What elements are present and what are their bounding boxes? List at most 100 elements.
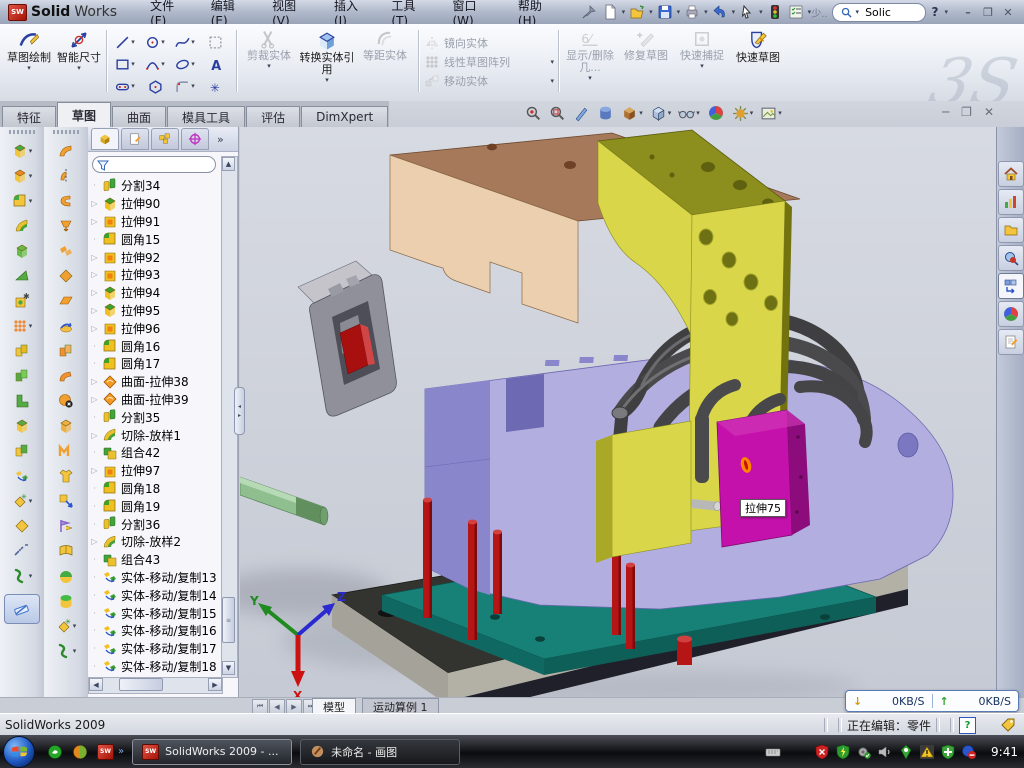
expand-icon[interactable]: ▷	[90, 217, 99, 226]
options-button[interactable]	[787, 3, 805, 21]
tree-item[interactable]: ▷曲面-拉伸39	[88, 391, 222, 409]
sync-pin-tray-icon[interactable]	[898, 744, 914, 760]
zoom-selection-icon[interactable]	[573, 105, 590, 122]
tree-item[interactable]: ▷拉伸97	[88, 462, 222, 480]
feature-tool-lstrip2-2[interactable]	[58, 188, 74, 213]
tree-item[interactable]: ·实体-移动/复制15	[88, 604, 222, 622]
section-view-icon[interactable]	[597, 105, 614, 122]
feature-tool-lstrip1-10[interactable]	[14, 388, 30, 413]
security-green-tray-icon[interactable]	[835, 744, 851, 760]
help-dropdown-icon[interactable]: ▾	[944, 8, 948, 16]
tree-item[interactable]: ▷切除-放样1	[88, 426, 222, 444]
tree-item[interactable]: ·分割36	[88, 515, 222, 533]
feature-manager-tab[interactable]	[91, 128, 119, 150]
feature-tool-lstrip1-12[interactable]	[14, 438, 30, 463]
tree-item[interactable]: ▷拉伸96	[88, 319, 222, 337]
expand-icon[interactable]: ▷	[90, 377, 99, 386]
solidworks-quicklaunch[interactable]: SW	[97, 744, 114, 760]
feature-tool-lstrip2-11[interactable]	[58, 413, 74, 438]
tree-item[interactable]: ·组合43	[88, 551, 222, 569]
quick-tips-button[interactable]: ?	[959, 717, 976, 734]
expand-icon[interactable]: ▷	[90, 431, 99, 440]
ejector-rod-part[interactable]	[240, 477, 328, 525]
tree-item[interactable]: ·圆角15	[88, 230, 222, 248]
feature-tool-lstrip1-16[interactable]	[14, 538, 30, 563]
search-box[interactable]: ▾	[832, 3, 926, 22]
pin-icon[interactable]	[580, 3, 598, 21]
taskbar-window-0[interactable]: SWSolidWorks 2009 - ...	[132, 739, 292, 765]
model-tab-nav[interactable]: ⏮◀▶⏭	[252, 699, 319, 714]
sketch-tool-arc[interactable]: ▾	[140, 53, 170, 75]
expand-icon[interactable]: ▷	[90, 288, 99, 297]
tree-item[interactable]: ▷拉伸95	[88, 302, 222, 320]
sketch-tool-spline[interactable]: ▾	[170, 31, 200, 53]
tree-filter-input[interactable]	[92, 156, 216, 173]
select-tool-button-dropdown[interactable]: ▾	[759, 8, 763, 16]
save-button-dropdown[interactable]: ▾	[677, 8, 681, 16]
new-document-button[interactable]	[601, 3, 619, 21]
feature-tool-lstrip1-14[interactable]: ✳▾	[12, 488, 33, 513]
feature-tool-lstrip1-8[interactable]	[14, 338, 30, 363]
feature-tool-lstrip1-2[interactable]: ▾	[12, 188, 33, 213]
close-button[interactable]: ✕	[998, 5, 1018, 20]
expand-icon[interactable]: ▷	[90, 306, 99, 315]
sketch-tool-circle[interactable]: ▾	[140, 31, 170, 53]
tree-item[interactable]: ·实体-移动/复制18	[88, 658, 222, 676]
print-button-dropdown[interactable]: ▾	[704, 8, 708, 16]
tree-item[interactable]: ·分割35	[88, 408, 222, 426]
toolbar-drag-handle[interactable]	[53, 130, 79, 134]
feature-tool-lstrip2-1[interactable]	[58, 163, 74, 188]
tree-horizontal-scrollbar[interactable]: ◀ ▶	[88, 677, 223, 694]
feature-tool-lstrip1-4[interactable]	[14, 238, 30, 263]
cm-move-icon[interactable]: 移动实体▾	[424, 73, 554, 90]
feature-tool-lstrip2-19[interactable]: ✳▾	[56, 613, 77, 638]
tree-item[interactable]: ·圆角18	[88, 480, 222, 498]
graphics-area[interactable]: Y Z X 拉伸75	[240, 127, 996, 697]
tree-item[interactable]: ·圆角16	[88, 337, 222, 355]
sketch-tool-point[interactable]: ✳	[200, 75, 230, 97]
feature-tool-lstrip2-13[interactable]	[58, 463, 74, 488]
feature-tool-lstrip1-6[interactable]: ✱	[14, 288, 30, 313]
feature-tool-lstrip2-7[interactable]	[58, 313, 74, 338]
doc-minimize-button[interactable]: ─	[942, 105, 949, 119]
sketch-tool-rectangle[interactable]: ▾	[110, 53, 140, 75]
insert-block-part[interactable]	[717, 410, 810, 547]
feature-tool-lstrip2-0[interactable]	[58, 138, 74, 163]
feature-tool-lstrip2-6[interactable]	[58, 288, 74, 313]
block-sign-tray-icon[interactable]	[961, 744, 977, 760]
slide-insert-part[interactable]	[298, 261, 396, 416]
tree-item[interactable]: ▷拉伸91	[88, 213, 222, 231]
appearances-tab[interactable]	[998, 301, 1024, 327]
taskbar-window-1[interactable]: 未命名 - 画图	[300, 739, 460, 765]
feature-tool-lstrip2-9[interactable]	[58, 363, 74, 388]
tree-item[interactable]: ·圆角17	[88, 355, 222, 373]
cm-repair-sketch-icon[interactable]: 修复草图	[618, 27, 674, 97]
feature-tool-lstrip2-17[interactable]	[58, 563, 74, 588]
tree-item[interactable]: ·实体-移动/复制17	[88, 640, 222, 658]
edit-appearance-icon[interactable]	[707, 104, 725, 122]
zoom-fit-icon[interactable]	[525, 105, 542, 122]
tab-曲面[interactable]: 曲面	[112, 106, 166, 127]
rebuild-button[interactable]	[766, 3, 784, 21]
expand-icon[interactable]: ▷	[90, 395, 99, 404]
restore-button[interactable]: ❐	[978, 5, 998, 20]
feature-tool-lstrip2-10[interactable]	[58, 388, 74, 413]
cm-button-1[interactable]: 智能尺寸▾	[54, 27, 104, 97]
cm-quick-snap-icon[interactable]: 快速捕捉▾	[674, 27, 730, 97]
cm-button-0[interactable]: 草图绘制▾	[4, 27, 54, 97]
health-shield-tray-icon[interactable]	[940, 744, 956, 760]
feature-tool-lstrip2-16[interactable]	[58, 538, 74, 563]
custom-properties-tab[interactable]	[998, 329, 1024, 355]
new-document-button-dropdown[interactable]: ▾	[622, 8, 626, 16]
search-input[interactable]	[863, 5, 915, 20]
feature-tool-lstrip1-0[interactable]: ▾	[12, 138, 33, 163]
expand-icon[interactable]: ▷	[90, 253, 99, 262]
feature-tool-lstrip1-11[interactable]	[14, 413, 30, 438]
cm-display-delete-icon[interactable]: 6⁄显示/删除几...▾	[562, 27, 618, 97]
tree-item[interactable]: ▷拉伸92	[88, 248, 222, 266]
dimxpert-manager-tab[interactable]	[181, 128, 209, 150]
feature-tool-lstrip2-20[interactable]: ▾	[56, 638, 77, 663]
view-orientation-icon[interactable]: ▾	[621, 105, 643, 122]
feature-tool-lstrip1-13[interactable]	[14, 463, 30, 488]
tag-icon[interactable]	[1000, 718, 1016, 732]
